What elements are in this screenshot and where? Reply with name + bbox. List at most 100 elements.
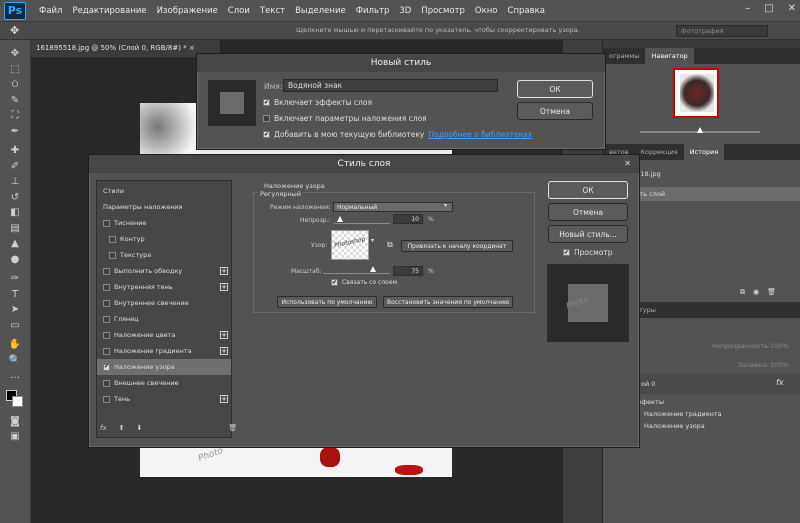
new-style-title[interactable]: Новый стиль: [197, 54, 605, 72]
style-item[interactable]: ✔ Наложение узора: [97, 359, 231, 375]
stamp-tool-icon[interactable]: ⊥: [4, 174, 26, 190]
move-tool-icon[interactable]: ✥: [4, 46, 26, 62]
style-item[interactable]: Глянец: [97, 311, 231, 327]
menu-item[interactable]: Слои: [223, 6, 255, 16]
scale-slider-track[interactable]: [323, 273, 390, 274]
style-item[interactable]: Внешнее свечение: [97, 375, 231, 391]
eraser-tool-icon[interactable]: ◧: [4, 205, 26, 221]
dodge-tool-icon[interactable]: ●: [4, 252, 26, 268]
delete-effect-icon[interactable]: 🗑: [228, 424, 237, 432]
checkbox-unchecked-icon[interactable]: [103, 267, 110, 275]
snap-to-origin-button[interactable]: Привязать к началу координат: [401, 240, 513, 252]
checkbox-unchecked-icon[interactable]: [103, 315, 110, 323]
healing-tool-icon[interactable]: ✚: [4, 143, 26, 159]
gradient-tool-icon[interactable]: ▤: [4, 221, 26, 237]
opacity-slider-knob[interactable]: [336, 216, 343, 222]
style-name-input[interactable]: Водяной знак: [283, 79, 498, 92]
document-tab[interactable]: 161895518.jpg @ 50% (Слой 0, RGB/8#) * ×: [31, 40, 221, 57]
new-style-cancel-button[interactable]: Отмена: [517, 102, 593, 120]
move-tool-icon[interactable]: ✥: [10, 24, 19, 37]
add-effect-icon[interactable]: +: [220, 347, 228, 355]
new-preset-icon[interactable]: ⧉: [387, 240, 393, 250]
checkbox-checked-icon[interactable]: ✔: [263, 131, 270, 138]
path-select-tool-icon[interactable]: ➤: [4, 302, 26, 318]
history-brush-icon[interactable]: ↺: [4, 190, 26, 206]
menu-item[interactable]: Текст: [255, 6, 290, 16]
navigator-zoom-knob[interactable]: [697, 127, 703, 133]
style-item[interactable]: Наложение градиента +: [97, 343, 231, 359]
menu-item[interactable]: Изображение: [152, 6, 223, 16]
checkbox-checked-icon[interactable]: ✔: [563, 249, 570, 256]
new-style-ok-button[interactable]: ОК: [517, 80, 593, 98]
menu-item[interactable]: Фильтр: [351, 6, 395, 16]
blend-mode-select[interactable]: Нормальный: [333, 202, 453, 212]
zoom-tool-icon[interactable]: 🔍: [4, 353, 26, 369]
fx-menu-icon[interactable]: fx: [100, 424, 107, 432]
style-item[interactable]: Наложение цвета +: [97, 327, 231, 343]
blur-tool-icon[interactable]: ▲: [4, 236, 26, 252]
link-with-layer-checkbox[interactable]: ✔ Связать со слоем: [331, 279, 397, 286]
fx-icon[interactable]: fx: [776, 378, 784, 387]
style-item[interactable]: Стили: [97, 183, 231, 199]
style-item[interactable]: Внутренняя тень +: [97, 279, 231, 295]
shape-tool-icon[interactable]: ▭: [4, 318, 26, 334]
preview-checkbox[interactable]: ✔ Просмотр: [563, 248, 613, 257]
tab-histogram[interactable]: ограммы: [603, 48, 645, 64]
move-up-icon[interactable]: ⬆: [119, 424, 125, 432]
tab-adjustments[interactable]: Коррекция: [634, 144, 683, 160]
quick-mask-icon[interactable]: ◙: [4, 414, 26, 430]
camera-icon[interactable]: ◉: [753, 288, 759, 297]
checkbox-unchecked-icon[interactable]: [103, 395, 110, 403]
make-default-button[interactable]: Использовать по умолчанию: [277, 296, 377, 308]
minimize-button[interactable]: –: [745, 3, 750, 14]
move-down-icon[interactable]: ⬇: [136, 424, 142, 432]
tab-navigator[interactable]: Навигатор: [645, 48, 694, 64]
libraries-link[interactable]: Подробнее о библиотеках: [428, 130, 532, 139]
add-to-library-checkbox[interactable]: ✔ Добавить в мою текущую библиотеку Подр…: [263, 130, 532, 139]
layer-name[interactable]: ой 0: [641, 380, 655, 388]
tab-history[interactable]: История: [683, 144, 725, 160]
checkbox-checked-icon[interactable]: ✔: [331, 279, 338, 286]
effect-pattern[interactable]: Наложение узора: [644, 422, 705, 430]
checkbox-unchecked-icon[interactable]: [103, 347, 110, 355]
close-icon[interactable]: ✕: [624, 159, 631, 168]
menu-item[interactable]: Файл: [34, 6, 67, 16]
fill-value[interactable]: 100%: [770, 361, 789, 369]
eyedropper-tool-icon[interactable]: ✒: [4, 124, 26, 140]
brush-tool-icon[interactable]: ✐: [4, 159, 26, 175]
checkbox-unchecked-icon[interactable]: [103, 219, 110, 227]
checkbox-unchecked-icon[interactable]: [263, 115, 270, 122]
effect-gradient[interactable]: Наложение градиента: [644, 410, 722, 418]
layer-style-ok-button[interactable]: ОК: [548, 181, 628, 199]
pen-tool-icon[interactable]: ✑: [4, 271, 26, 287]
menu-item[interactable]: Просмотр: [416, 6, 470, 16]
opacity-input[interactable]: 10: [393, 214, 423, 224]
checkbox-checked-icon[interactable]: ✔: [103, 363, 110, 371]
add-effect-icon[interactable]: +: [220, 331, 228, 339]
checkbox-unchecked-icon[interactable]: [109, 251, 116, 259]
style-item[interactable]: Внутреннее свечение: [97, 295, 231, 311]
chevron-down-icon[interactable]: ▾: [444, 202, 447, 209]
lasso-tool-icon[interactable]: ଠ: [4, 77, 26, 93]
more-tools-icon[interactable]: …: [4, 368, 26, 384]
checkbox-unchecked-icon[interactable]: [103, 299, 110, 307]
style-item[interactable]: Текстура: [97, 247, 231, 263]
type-tool-icon[interactable]: T: [4, 287, 26, 303]
scale-input[interactable]: 75: [393, 266, 423, 276]
checkbox-unchecked-icon[interactable]: [103, 331, 110, 339]
style-item[interactable]: Тень +: [97, 391, 231, 407]
add-effect-icon[interactable]: +: [220, 267, 228, 275]
style-item[interactable]: Выполнить обводку +: [97, 263, 231, 279]
background-color[interactable]: [12, 395, 23, 407]
style-item[interactable]: Тиснение: [97, 215, 231, 231]
hand-tool-icon[interactable]: ✋: [4, 337, 26, 353]
menu-item[interactable]: 3D: [394, 6, 416, 16]
reset-default-button[interactable]: Восстановить значения по умолчанию: [383, 296, 513, 308]
layer-style-title[interactable]: Стиль слоя: [89, 155, 639, 173]
menu-item[interactable]: Окно: [470, 6, 503, 16]
style-item[interactable]: Параметры наложения: [97, 199, 231, 215]
workspace-select[interactable]: Фотография: [676, 25, 768, 37]
crop-tool-icon[interactable]: ⛶: [4, 108, 26, 124]
include-effects-checkbox[interactable]: ✔ Включает эффекты слоя: [263, 98, 372, 107]
menu-item[interactable]: Выделение: [290, 6, 351, 16]
